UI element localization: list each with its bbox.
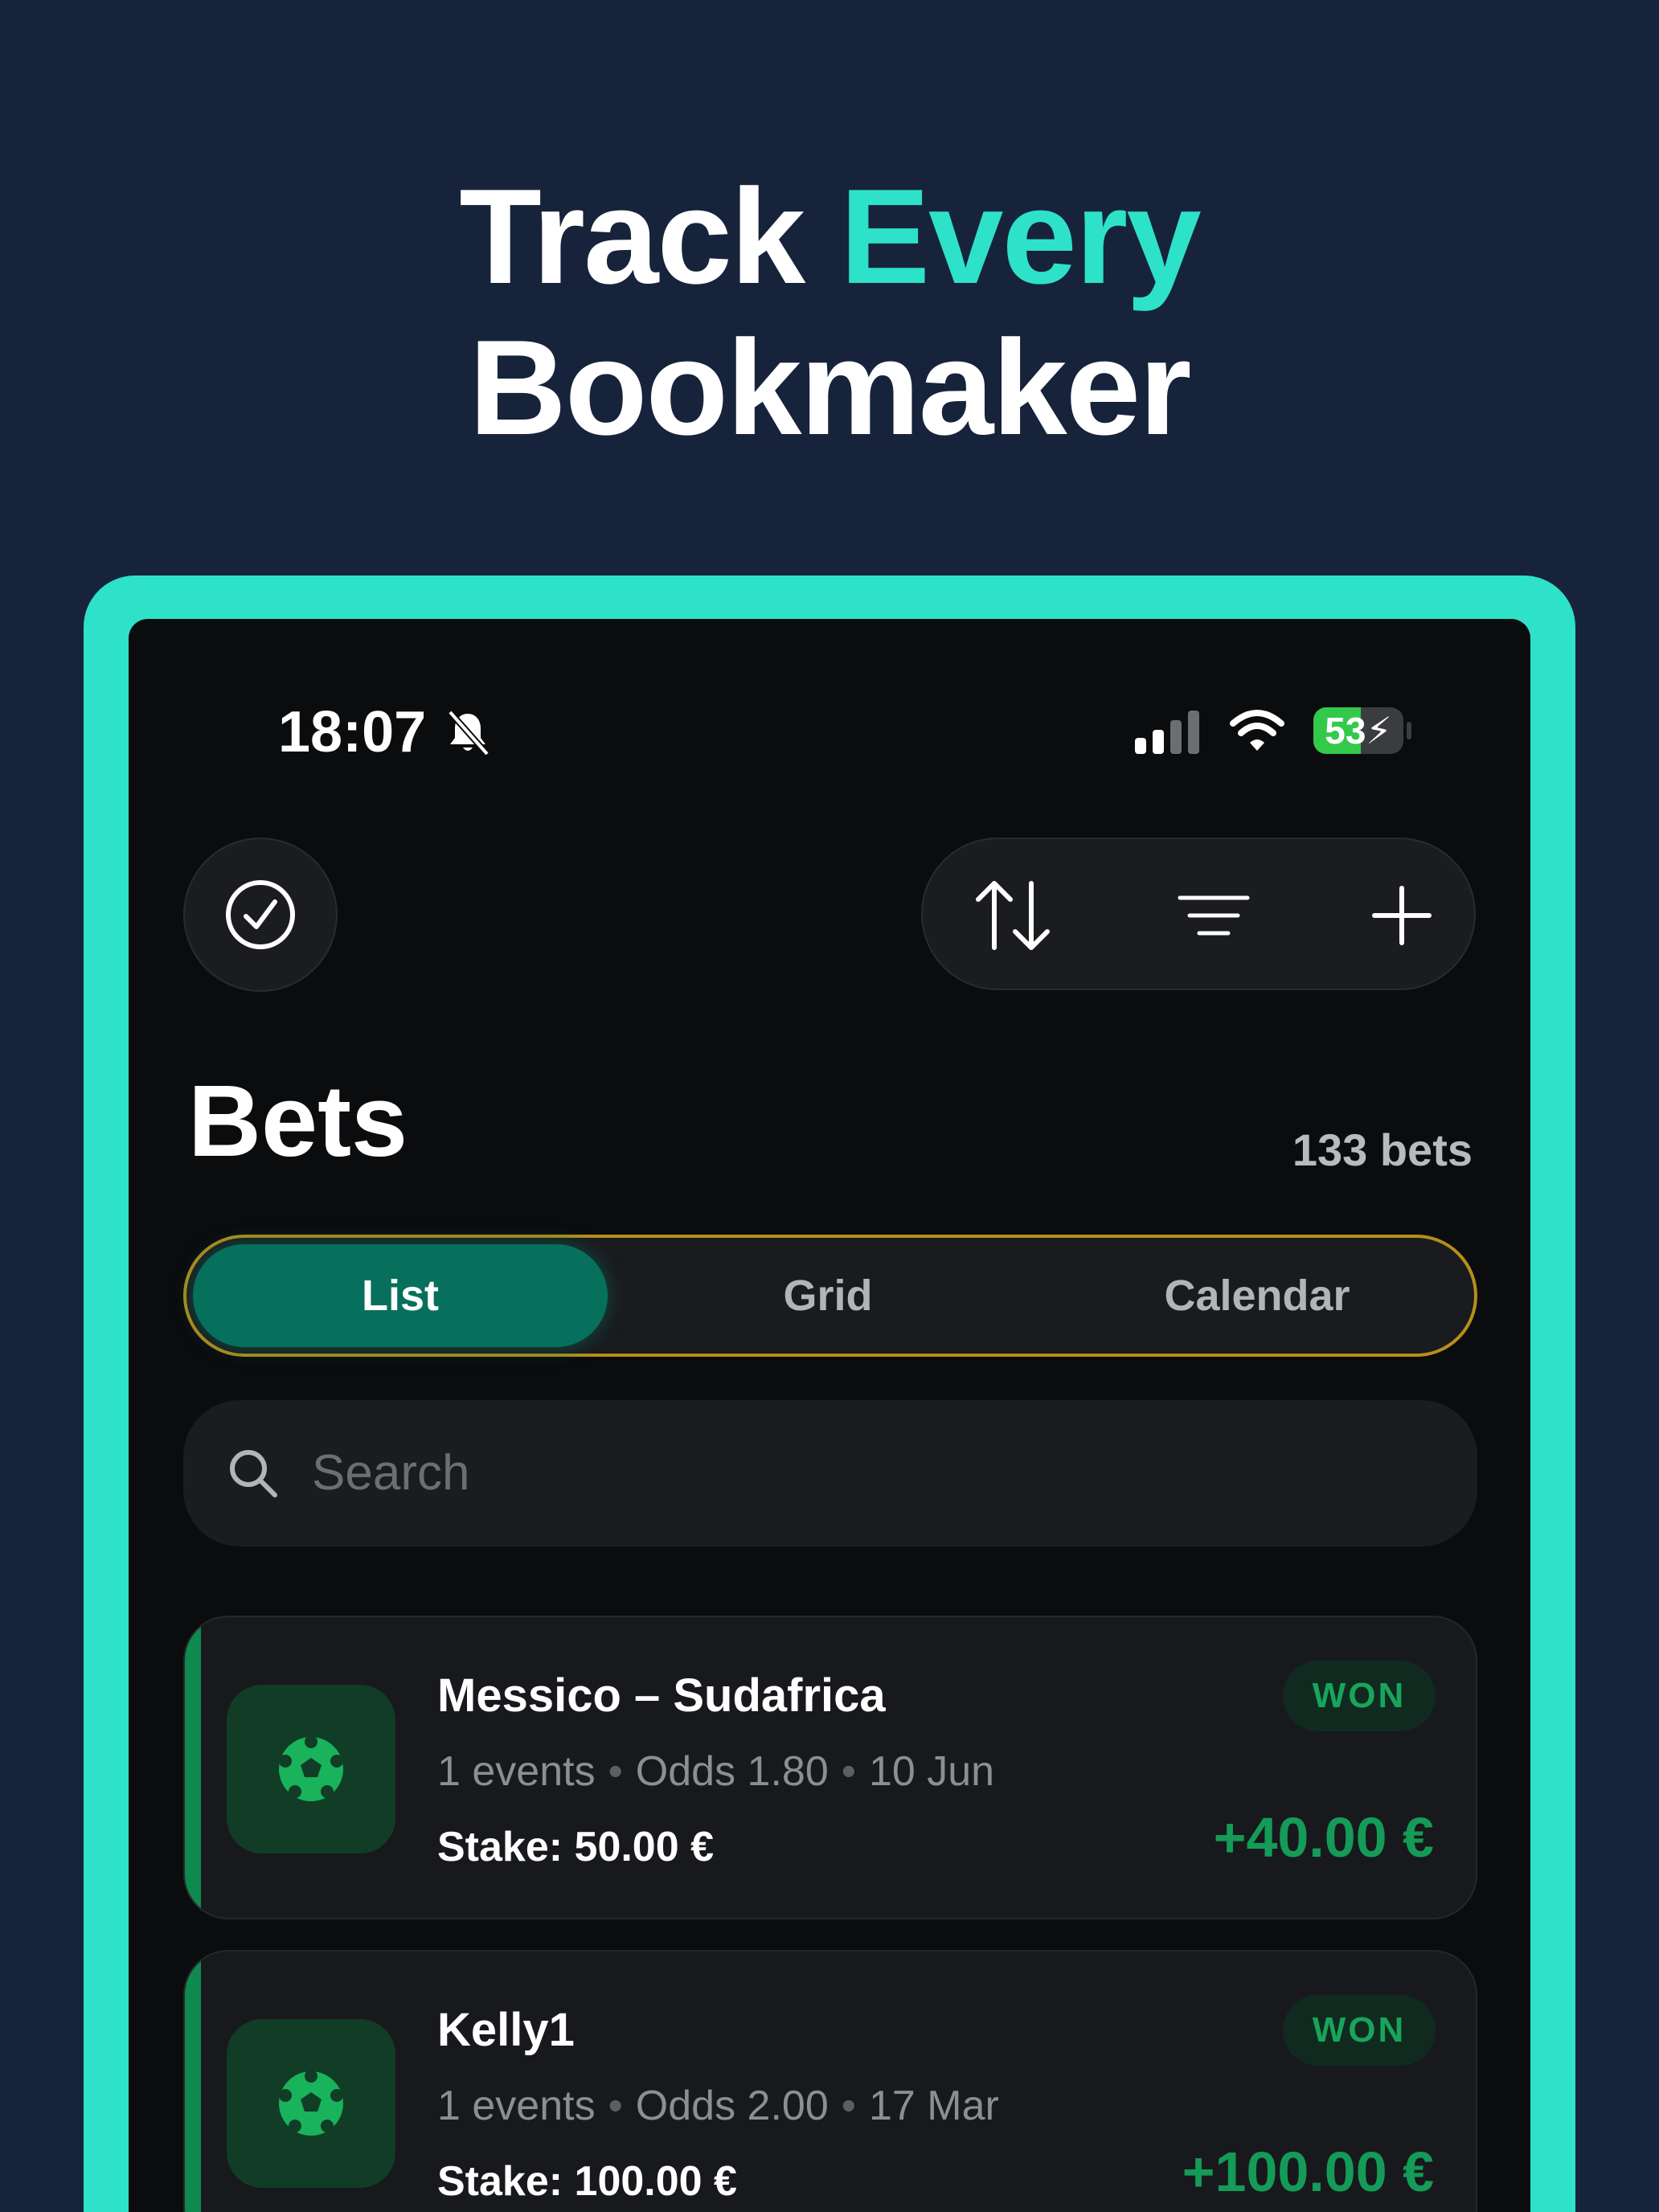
bet-profit: +40.00 € (1213, 1806, 1434, 1869)
battery-indicator: 53⚡ (1313, 707, 1403, 754)
sort-arrows-icon (976, 881, 1050, 950)
select-mode-button[interactable] (183, 838, 338, 992)
filter-lines-icon (1178, 895, 1250, 936)
bet-card[interactable]: Messico – Sudafrica 1 events • Odds 1.80 • 1… (183, 1616, 1477, 1919)
battery-text: 53⚡ (1325, 710, 1392, 752)
status-stripe (185, 1952, 201, 2212)
separator-dot: • (841, 2083, 856, 2129)
toolbar-actions (921, 838, 1476, 990)
bet-odds: Odds 2.00 (635, 2083, 829, 2129)
headline-part-1: Track (459, 161, 840, 312)
add-bet-button[interactable] (1354, 867, 1450, 964)
headline-line-2: Bookmaker (469, 312, 1191, 463)
bet-events: 1 events (437, 2083, 596, 2129)
page-title: Bets (188, 1064, 408, 1178)
wifi-icon (1230, 710, 1284, 751)
soccer-ball-icon (279, 2070, 343, 2136)
bell-slash-icon (448, 710, 490, 756)
tab-calendar[interactable]: Calendar (1050, 1244, 1464, 1347)
filter-button[interactable] (1165, 867, 1262, 964)
search-input[interactable] (312, 1432, 1437, 1513)
checkmark-circle-icon (226, 880, 295, 949)
bet-card[interactable]: Kelly1 1 events • Odds 2.00 • 17 Mar Stake: … (183, 1950, 1477, 2212)
soccer-ball-icon (279, 1735, 343, 1801)
bet-stake: Stake: 50.00 € (437, 1824, 715, 1870)
view-switcher: List Grid Calendar (183, 1235, 1477, 1357)
bet-meta: 1 events • Odds 1.80 • 10 Jun (437, 1747, 994, 1796)
sport-thumbnail (227, 1685, 395, 1854)
status-badge: WON (1283, 1661, 1436, 1731)
headline-line-1: Track Every (0, 161, 1659, 312)
sport-thumbnail (227, 2019, 395, 2188)
tab-grid[interactable]: Grid (621, 1244, 1035, 1347)
signal-icon (1135, 711, 1199, 754)
bet-name: Kelly1 (437, 2004, 575, 2056)
battery-cap (1407, 722, 1411, 739)
headline: Track Every Bookmaker (0, 161, 1659, 463)
separator-dot: • (608, 2083, 623, 2129)
bet-date: 17 Mar (868, 2083, 999, 2129)
search-icon (230, 1450, 277, 1497)
bets-count: 133 bets (1292, 1124, 1473, 1175)
bet-date: 10 Jun (868, 1748, 995, 1795)
bet-meta: 1 events • Odds 2.00 • 17 Mar (437, 2082, 999, 2130)
plus-icon (1372, 886, 1432, 945)
bet-profit: +100.00 € (1182, 2140, 1434, 2203)
sort-button[interactable] (965, 867, 1061, 964)
tab-list[interactable]: List (193, 1244, 608, 1347)
status-time: 18:07 (278, 700, 427, 764)
status-badge: WON (1283, 1995, 1436, 2066)
search-bar (183, 1400, 1477, 1546)
status-stripe (185, 1617, 201, 1918)
separator-dot: • (608, 1748, 623, 1795)
separator-dot: • (841, 1748, 856, 1795)
headline-accent: Every (839, 161, 1202, 312)
bet-odds: Odds 1.80 (635, 1748, 829, 1795)
bet-events: 1 events (437, 1748, 596, 1795)
bet-name: Messico – Sudafrica (437, 1669, 886, 1722)
bet-stake: Stake: 100.00 € (437, 2158, 737, 2205)
app-screen: 18:07 53⚡ Bets 133 bets List Grid Calend… (129, 619, 1530, 2212)
